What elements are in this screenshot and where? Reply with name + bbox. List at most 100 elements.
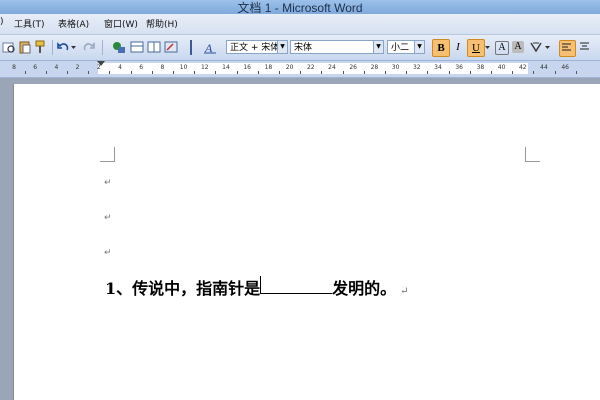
- ruler-minor-tick: [469, 71, 471, 74]
- title-bar: 文档 1 - Microsoft Word: [0, 0, 600, 15]
- formatting-toolbar: A 正文 + 宋体 ▼ 宋体 ▼ 小二 ▼ B I U A A: [0, 35, 600, 61]
- ruler-tick-label: 30: [391, 64, 400, 71]
- margin-crop-mark-top-right: [525, 147, 540, 162]
- print-preview-icon[interactable]: [2, 40, 17, 55]
- font-size-select-value: 小二: [391, 43, 410, 53]
- style-select-value: 正文 + 宋体: [230, 43, 280, 53]
- ruler-tick-label: 6: [33, 64, 38, 71]
- ruler-tick-label: 20: [285, 64, 294, 71]
- style-select[interactable]: 正文 + 宋体 ▼: [226, 40, 288, 54]
- ruler-minor-tick: [385, 71, 386, 74]
- ruler-minor-tick: [300, 71, 302, 74]
- question-text-after: 发明的。: [332, 279, 397, 298]
- ruler-tick-label: 38: [476, 64, 485, 71]
- ruler-minor-tick: [279, 71, 280, 74]
- ruler-tick-label: 10: [179, 64, 188, 71]
- paragraph-mark: ↵: [400, 286, 409, 297]
- ruler-tick-label: 4: [118, 64, 122, 71]
- scale-dropdown-icon[interactable]: [545, 40, 551, 55]
- ruler-minor-tick: [342, 71, 344, 74]
- ruler-minor-tick: [130, 71, 132, 74]
- ruler-minor-tick: [427, 71, 429, 74]
- italic-button[interactable]: I: [450, 39, 466, 55]
- ruler-minor-tick: [533, 71, 535, 74]
- styles-formatting-icon[interactable]: A: [204, 40, 219, 55]
- columns-icon[interactable]: [147, 40, 162, 55]
- ruler-tick-label: 46: [561, 64, 570, 71]
- menu-item-partial[interactable]: ): [0, 17, 4, 27]
- ruler-tick-label: 2: [75, 64, 80, 71]
- underline-dropdown-icon[interactable]: [485, 40, 491, 55]
- ruler-tick-label: 4: [54, 64, 59, 71]
- ruler-minor-tick: [194, 71, 196, 74]
- ruler-minor-tick: [363, 71, 365, 74]
- ruler-minor-tick: [45, 71, 47, 74]
- svg-text:A: A: [204, 41, 213, 54]
- ruler-minor-tick: [406, 71, 408, 74]
- ruler-minor-tick: [173, 71, 174, 74]
- chevron-down-icon[interactable]: ▼: [414, 41, 424, 53]
- character-shading-button[interactable]: A: [512, 41, 524, 53]
- ruler-minor-tick: [575, 71, 577, 74]
- ruler-tick-label: 28: [370, 64, 379, 71]
- ruler-tick-label: 8: [12, 64, 16, 71]
- insert-excel-icon[interactable]: [130, 40, 145, 55]
- ruler-tick-label: 8: [160, 64, 165, 71]
- ruler-minor-tick: [554, 71, 556, 74]
- paragraph-mark: ↵: [104, 178, 112, 188]
- ruler-tick-label: 12: [200, 64, 209, 71]
- format-painter-icon[interactable]: [34, 40, 49, 55]
- ruler-minor-tick: [67, 71, 68, 74]
- ruler-minor-tick: [257, 71, 259, 74]
- horizontal-ruler[interactable]: 8 6 4 2 2 4 6 8 10 12 14 16 18 20 22 24 26 28 30 32 34 36 38 40…: [0, 61, 600, 78]
- toolbar-grip[interactable]: [190, 40, 192, 55]
- redo-icon[interactable]: [82, 40, 97, 55]
- ruler-tick-label: 44: [540, 64, 548, 71]
- font-select[interactable]: 宋体 ▼: [290, 40, 384, 54]
- question-text-before: 1、传说中，指南针是: [105, 279, 261, 298]
- toolbar-separator: [102, 40, 103, 55]
- ruler-tick-label: 34: [434, 64, 442, 71]
- ruler-tick-label: 36: [455, 64, 464, 71]
- question-line[interactable]: 1、传说中，指南针是 发明的。 ↵: [105, 275, 409, 299]
- margin-crop-mark-top-left: [100, 147, 115, 162]
- align-center-icon[interactable]: [578, 40, 593, 55]
- drawing-icon[interactable]: [164, 40, 179, 55]
- menu-item-tools[interactable]: 工具(T): [14, 17, 45, 30]
- ruler-minor-tick: [88, 71, 90, 74]
- chevron-down-icon[interactable]: ▼: [373, 41, 383, 53]
- ruler-tick-label: 24: [328, 64, 336, 71]
- ruler-minor-tick: [215, 71, 217, 74]
- ruler-tick-label: 16: [243, 64, 252, 71]
- fill-in-blank[interactable]: [260, 276, 333, 294]
- undo-icon[interactable]: [56, 40, 71, 55]
- insert-table-icon[interactable]: [112, 40, 127, 55]
- menu-bar: ) 工具(T) 表格(A) 窗口(W) 帮助(H): [0, 14, 600, 35]
- font-size-select[interactable]: 小二 ▼: [387, 40, 425, 54]
- ruler-tick-label: 42: [518, 64, 527, 71]
- document-page[interactable]: ↵ ↵ ↵ 1、传说中，指南针是 发明的。 ↵: [13, 84, 600, 400]
- ruler-tick-label: 32: [412, 64, 421, 71]
- ruler-tick-label: 22: [306, 64, 315, 71]
- paragraph-mark: ↵: [104, 213, 112, 223]
- text-cursor: [260, 276, 262, 294]
- menu-item-help[interactable]: 帮助(H): [146, 17, 178, 30]
- ruler-minor-tick: [24, 71, 26, 74]
- ruler-tick-label: 2: [96, 64, 101, 71]
- chevron-down-icon[interactable]: ▼: [277, 41, 287, 53]
- bold-button[interactable]: B: [432, 39, 450, 57]
- menu-item-window[interactable]: 窗口(W): [104, 17, 138, 30]
- ruler-minor-tick: [236, 71, 238, 74]
- ruler-tick-label: 6: [139, 64, 144, 71]
- ruler-minor-tick: [109, 71, 111, 74]
- undo-dropdown-icon[interactable]: [71, 40, 77, 55]
- ruler-minor-tick: [491, 71, 492, 74]
- menu-item-table[interactable]: 表格(A): [58, 17, 89, 30]
- underline-button[interactable]: U: [467, 39, 485, 57]
- paragraph-mark: ↵: [104, 248, 112, 258]
- paste-icon[interactable]: [18, 40, 33, 55]
- ruler-tick-label: 26: [349, 64, 358, 71]
- character-scale-icon[interactable]: [529, 40, 544, 55]
- align-left-icon[interactable]: [559, 40, 576, 57]
- character-border-button[interactable]: A: [495, 41, 509, 55]
